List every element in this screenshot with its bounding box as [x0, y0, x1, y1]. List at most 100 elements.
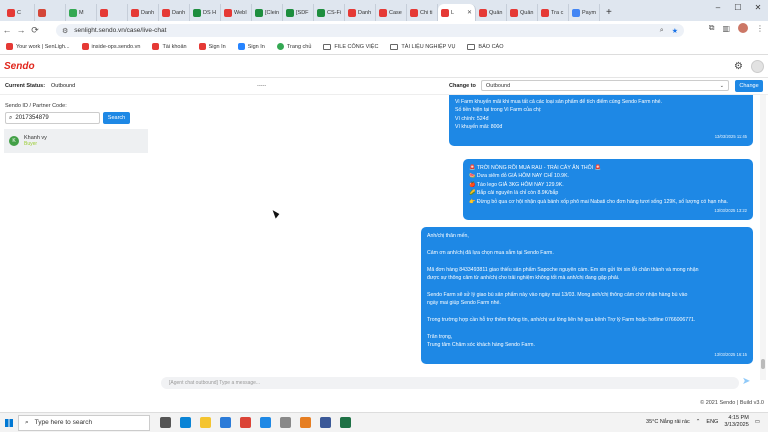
bookmark-item[interactable]: inside-ops.sendo.vn — [81, 43, 141, 50]
chrome-icon[interactable] — [240, 417, 251, 428]
new-tab-button[interactable]: + — [606, 4, 612, 21]
browser-tab[interactable]: M — [66, 4, 97, 21]
message-line: 🌽 Bắp cải nguyên lá chỉ còn 8.9K/bắp — [469, 190, 559, 197]
bookmark-label: inside-ops.sendo.vn — [91, 43, 141, 50]
edge-icon[interactable] — [180, 417, 191, 428]
sendo-id-input[interactable]: ⌕ 2017354879 — [5, 112, 100, 124]
browser-tab[interactable]: Paym — [569, 4, 600, 21]
app-icon[interactable] — [280, 417, 291, 428]
send-icon[interactable]: ➤ — [742, 376, 750, 387]
bookmark-item[interactable]: Your work | SenLigh... — [6, 43, 70, 50]
window-controls: – ☐ ✕ — [708, 0, 768, 14]
message-line: Cảm ơn anh/chị đã lựa chọn mua sắm tại S… — [427, 249, 554, 256]
sendo-icon — [81, 43, 89, 50]
weather-text[interactable]: 35°C Nắng rải rác — [646, 419, 690, 425]
scrollbar-thumb[interactable] — [761, 359, 765, 369]
bookmark-label: Sign In — [208, 43, 226, 50]
menu-icon[interactable]: ⋮ — [756, 24, 764, 33]
notification-icon[interactable]: ▭ — [755, 419, 760, 425]
site-info-icon[interactable]: ⚙ — [62, 27, 68, 35]
status-select[interactable]: Outbound ⌄ — [481, 80, 729, 91]
minimize-icon[interactable]: – — [708, 0, 728, 14]
forward-icon[interactable]: → — [14, 25, 28, 35]
browser-tab[interactable]: Tra c — [538, 4, 569, 21]
message-line — [427, 308, 747, 316]
zoom-icon[interactable]: ⌕ — [660, 27, 664, 35]
bookmark-label: Trang chủ — [286, 43, 312, 50]
sidebar-icon[interactable]: ▥ — [722, 24, 730, 33]
app-icon[interactable] — [320, 417, 331, 428]
tab-favicon-icon — [131, 8, 139, 17]
tab-favicon-icon — [38, 8, 46, 17]
browser-tab[interactable]: C — [4, 4, 35, 21]
bookmark-item[interactable]: TÀI LIỆU NGHIỆP VỤ — [390, 43, 455, 50]
outbound-message: 🚨 TRỜI NÓNG RỒI MUA RAU - TRÁI CÂY ĂN TH… — [463, 159, 753, 221]
bookmark-item[interactable]: Trang chủ — [276, 43, 312, 50]
browser-tab[interactable]: L ✕ — [438, 4, 476, 21]
back-icon[interactable]: ← — [0, 25, 14, 35]
browser-tab[interactable]: DS H — [190, 4, 221, 21]
message-line: 🍎 Táo lego GIẢ 3KG HÔM NAY 129.9K. — [469, 181, 564, 188]
extensions-icon[interactable]: ⧉ — [709, 23, 715, 33]
chat-scrollbar[interactable] — [760, 95, 766, 380]
profile-avatar[interactable] — [738, 23, 748, 33]
message-line: Anh/chị thân mến, — [427, 233, 469, 239]
app-icon[interactable] — [260, 417, 271, 428]
tab-favicon-icon — [379, 8, 387, 17]
bookmark-item[interactable]: Tài khoản — [152, 43, 187, 50]
tray-arrow-icon[interactable]: ⌃ — [696, 419, 701, 425]
browser-tab[interactable]: WebI — [221, 4, 252, 21]
browser-tab[interactable]: Danh — [128, 4, 159, 21]
browser-tab[interactable]: [Clein — [252, 4, 283, 21]
bookmark-item[interactable]: FILE CÔNG VIỆC — [323, 43, 379, 50]
message-timestamp: 13/03/2025 16:15 — [714, 351, 747, 357]
message-line: 👉 Đừng bỏ qua cơ hội nhận quà bánh xốp p… — [469, 198, 728, 205]
clock[interactable]: 4:15 PM 3/13/2025 — [724, 415, 748, 429]
sendo-logo[interactable]: Sendo — [4, 61, 35, 72]
maximize-icon[interactable]: ☐ — [728, 0, 748, 14]
bookmark-item[interactable]: Sign In — [198, 43, 226, 50]
reload-icon[interactable]: ⟳ — [28, 25, 42, 36]
start-button[interactable] — [0, 414, 18, 432]
language-indicator[interactable]: ENG — [706, 419, 718, 425]
file-explorer-icon[interactable] — [200, 417, 211, 428]
browser-tab[interactable]: [SDF — [283, 4, 314, 21]
bookmark-star-icon[interactable]: ★ — [672, 27, 678, 35]
browser-tab[interactable]: CS-Fi — [314, 4, 345, 21]
excel-icon[interactable] — [340, 417, 351, 428]
folder-icon — [467, 43, 476, 50]
change-to-label: Change to — [449, 83, 476, 89]
close-icon[interactable]: ✕ — [748, 0, 768, 14]
taskbar-search[interactable]: ⌕ Type here to search — [18, 414, 150, 431]
message-line: 🚨 TRỜI NÓNG RỒI MUA RAU - TRÁI CÂY ĂN TH… — [469, 165, 601, 171]
browser-tab[interactable]: Quản — [476, 4, 507, 21]
bookmark-item[interactable]: BÁO CÁO — [467, 43, 503, 50]
contact-item[interactable]: K Khanh vy Buyer — [4, 129, 148, 153]
message-timestamp: 13/03/2025 11:45 — [714, 133, 747, 139]
current-status-label: Current Status: — [5, 83, 46, 89]
tab-favicon-icon — [541, 8, 549, 17]
message-input-placeholder: [Agent chat outbound] Type a message... — [169, 380, 261, 386]
browser-tab[interactable]: Chi ti — [407, 4, 438, 21]
browser-tab[interactable] — [35, 4, 66, 21]
app-icon[interactable] — [300, 417, 311, 428]
message-input[interactable]: [Agent chat outbound] Type a message... — [161, 377, 739, 389]
tab-label: M — [79, 9, 84, 16]
search-button[interactable]: Search — [103, 112, 130, 124]
store-icon[interactable] — [220, 417, 231, 428]
browser-tab[interactable]: Danh — [345, 4, 376, 21]
settings-gear-icon[interactable]: ⚙ — [734, 61, 743, 72]
tab-favicon-icon — [348, 8, 356, 17]
browser-tab[interactable]: Case — [376, 4, 407, 21]
browser-tab[interactable]: Quản — [507, 4, 538, 21]
change-button[interactable]: Change — [735, 80, 763, 92]
bookmark-label: FILE CÔNG VIỆC — [334, 43, 379, 50]
task-view-icon[interactable] — [160, 417, 171, 428]
url-input[interactable]: ⚙ senlight.sendo.vn/case/live-chat ⌕ ★ — [56, 24, 684, 37]
bookmark-item[interactable]: Sign In — [237, 43, 265, 50]
current-status-value: Outbound — [51, 83, 76, 89]
browser-tab[interactable] — [97, 4, 128, 21]
user-avatar[interactable] — [751, 60, 764, 73]
tab-close-icon[interactable]: ✕ — [467, 9, 472, 16]
browser-tab[interactable]: Danh — [159, 4, 190, 21]
